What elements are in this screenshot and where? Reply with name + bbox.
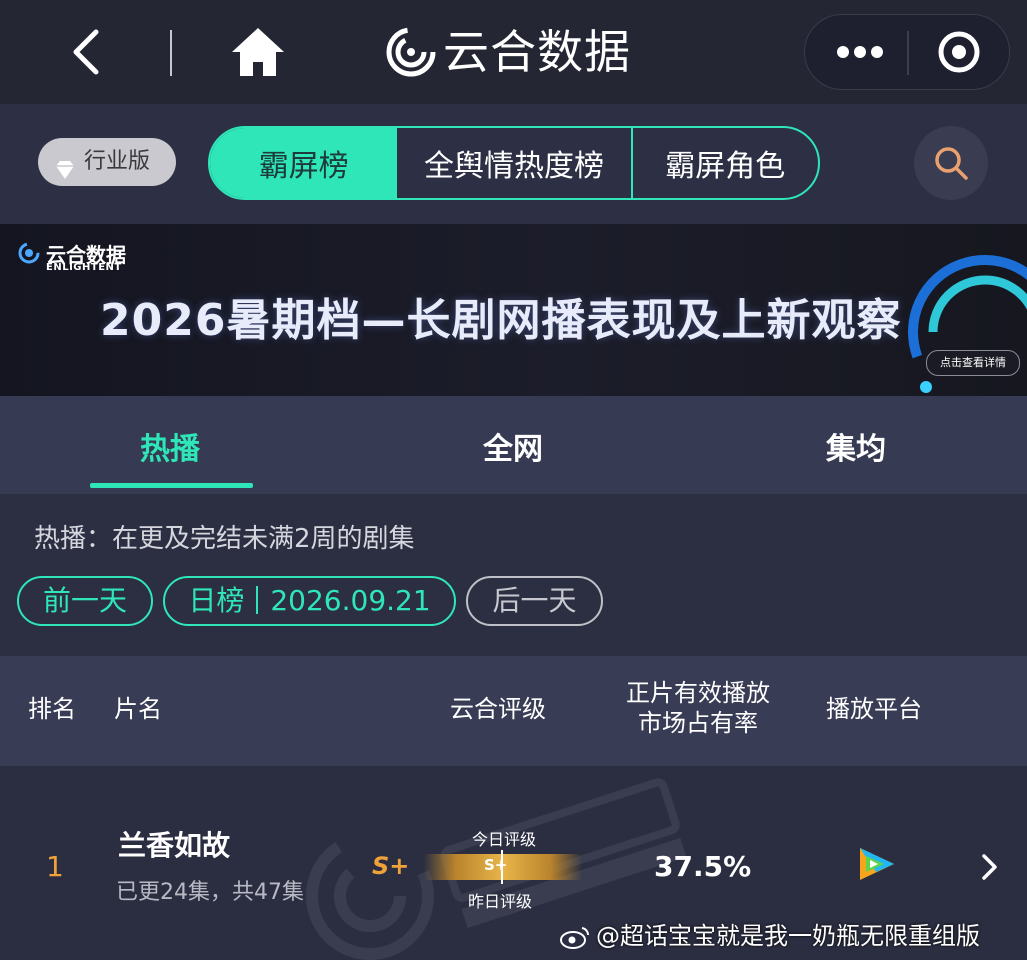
- subtab-hot[interactable]: 热播: [140, 424, 200, 468]
- mini-program-capsule: [804, 14, 1010, 90]
- banner-brand-en: ENLIGHTENT: [46, 262, 122, 273]
- active-tab-underline: [90, 483, 253, 488]
- header-row: 行业版 霸屏榜 全舆情热度榜 霸屏角色: [0, 104, 1027, 224]
- more-icon[interactable]: [825, 27, 895, 77]
- logo-icon: [385, 22, 437, 82]
- date-type-label: 日榜: [188, 584, 245, 617]
- tab-public-opinion-heat[interactable]: 全舆情热度榜: [397, 128, 633, 198]
- ranking-tabs: 霸屏榜 全舆情热度榜 霸屏角色: [208, 126, 820, 200]
- promo-banner[interactable]: 云合数据 ENLIGHTENT 2026暑期档—长剧网播表现及上新观察 点击查看…: [0, 224, 1027, 396]
- date-value: 2026.09.21: [270, 584, 431, 617]
- rank-number: 1: [46, 850, 64, 883]
- sub-tabs: 热播 全网 集均: [0, 396, 1027, 494]
- show-title[interactable]: 兰香如故: [118, 824, 230, 864]
- home-icon[interactable]: [228, 24, 288, 80]
- industry-badge[interactable]: 行业版: [38, 138, 176, 186]
- grade-value: S+: [372, 852, 410, 880]
- search-icon[interactable]: [914, 126, 988, 200]
- today-grade-label: 今日评级: [472, 830, 537, 849]
- date-separator: [256, 586, 259, 614]
- back-icon[interactable]: [62, 26, 112, 78]
- banner-title: 2026暑期档—长剧网播表现及上新观察: [100, 295, 902, 346]
- tab-dominate-role[interactable]: 霸屏角色: [633, 128, 818, 198]
- header-platform: 播放平台: [826, 695, 922, 723]
- divider: [170, 30, 172, 76]
- header-share-line1: 正片有效播放: [626, 679, 770, 707]
- subtab-average[interactable]: 集均: [826, 424, 886, 468]
- subtab-all[interactable]: 全网: [483, 424, 543, 468]
- yesterday-grade-label: 昨日评级: [468, 892, 533, 911]
- diamond-icon: [54, 151, 76, 179]
- top-bar: 云合数据: [0, 0, 1027, 104]
- weibo-watermark: @超话宝宝就是我一奶瓶无限重组版: [560, 916, 980, 951]
- banner-logo-icon: [18, 242, 40, 264]
- header-share-line2: 市场占有率: [638, 709, 758, 737]
- badge-label: 行业版: [84, 149, 151, 174]
- date-selector[interactable]: 日榜 2026.09.21: [163, 576, 456, 626]
- tencent-video-icon[interactable]: [856, 846, 898, 882]
- weibo-handle: @超话宝宝就是我一奶瓶无限重组版: [596, 922, 980, 950]
- chevron-right-icon[interactable]: [980, 852, 1000, 882]
- market-share: 37.5%: [654, 850, 752, 883]
- app-title: 云合数据: [443, 25, 631, 79]
- view-details-button[interactable]: 点击查看详情: [926, 350, 1020, 376]
- list-description: 热播：在更及完结未满2周的剧集: [34, 524, 415, 554]
- episode-status: 已更24集，共47集: [116, 880, 304, 905]
- next-day-button[interactable]: 后一天: [466, 576, 603, 626]
- table-header: 排名 片名 云合评级 正片有效播放 市场占有率 播放平台: [0, 656, 1027, 766]
- capsule-divider: [907, 31, 909, 75]
- grade-bar-label: S+: [484, 856, 508, 874]
- header-title: 片名: [114, 695, 162, 723]
- weibo-icon: [560, 925, 590, 949]
- table-row[interactable]: 1 兰香如故 已更24集，共47集 S+ 今日评级 S+ 昨日评级 37.5% …: [0, 766, 1027, 960]
- prev-day-button[interactable]: 前一天: [17, 576, 153, 626]
- header-grade: 云合评级: [450, 695, 546, 723]
- info-area: 热播：在更及完结未满2周的剧集 前一天 日榜 2026.09.21 后一天: [0, 494, 1027, 656]
- header-rank: 排名: [28, 695, 76, 723]
- close-circle-icon[interactable]: [929, 27, 989, 77]
- tab-dominate-screen[interactable]: 霸屏榜: [210, 128, 398, 198]
